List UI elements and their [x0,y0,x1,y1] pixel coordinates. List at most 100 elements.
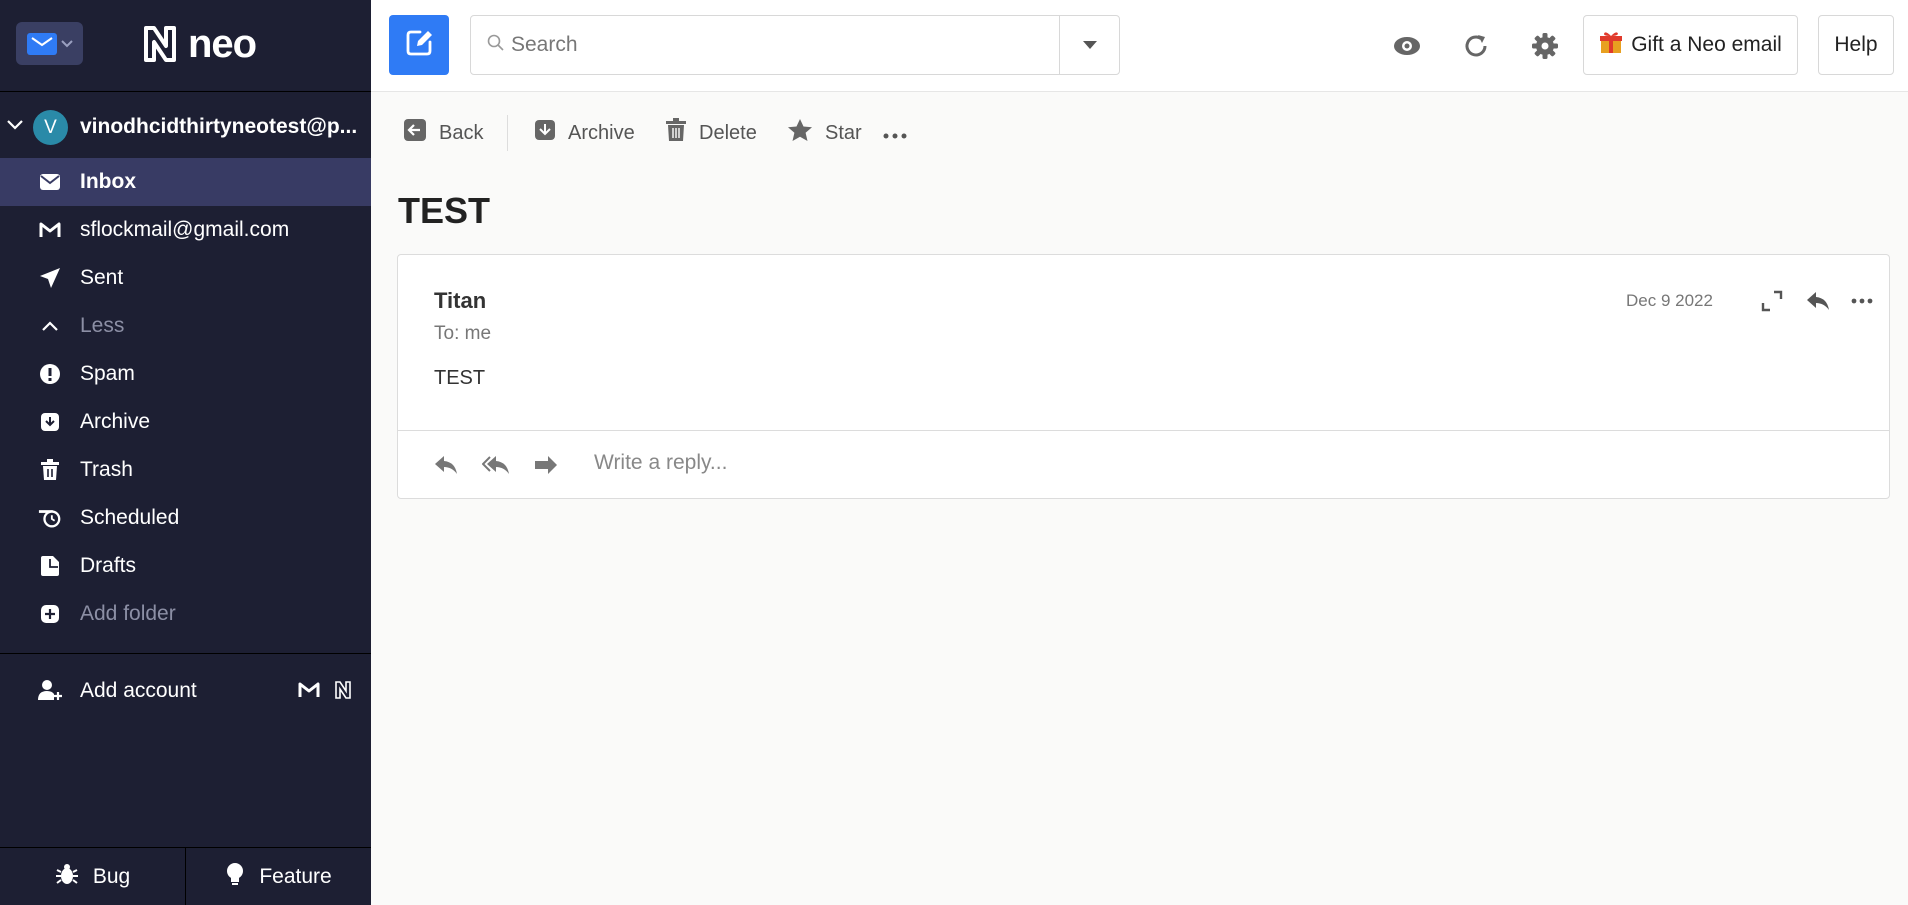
chevron-up-icon [38,314,62,338]
plus-square-icon [38,602,62,626]
eye-icon[interactable] [1392,31,1422,61]
bug-label: Bug [92,864,131,888]
neo-icon[interactable] [334,681,352,705]
more-horizontal-icon[interactable] [1848,287,1876,315]
back-arrow-icon [403,118,427,148]
sidebar-item-trash[interactable]: Trash [0,446,371,494]
archive-button[interactable]: Archive [534,118,635,148]
drafts-icon [38,554,62,578]
help-button[interactable]: Help [1818,15,1894,75]
search-field [471,16,1059,74]
gift-label: Gift a Neo email [1631,33,1782,56]
gift-neo-email-button[interactable]: Gift a Neo email [1583,15,1798,75]
sidebar-item-add-folder[interactable]: Add folder [0,590,371,638]
add-user-icon [38,679,62,703]
refresh-icon[interactable] [1461,31,1491,61]
sidebar-item-sent[interactable]: Sent [0,254,371,302]
sidebar: neo V vinodhcidthirtyneotest@p... Inbox … [0,0,371,905]
expand-icon[interactable] [1758,287,1786,315]
feedback-bar: Bug Feature [0,847,371,905]
message-toolbar: Back Archive Delete Star [371,93,1908,173]
folder-list: Inbox sflockmail@gmail.com Sent Less Spa… [0,158,371,638]
sidebar-item-label: Less [80,314,125,337]
gear-icon[interactable] [1530,31,1560,61]
sidebar-item-archive[interactable]: Archive [0,398,371,446]
paper-plane-icon [38,266,62,290]
recipient-line: To: me [434,323,492,344]
sidebar-item-label: Sent [80,266,124,289]
sidebar-item-label: Inbox [80,170,136,193]
scheduled-clock-icon [38,506,62,530]
top-bar: Gift a Neo email Help [371,0,1908,92]
brand-name: neo [188,22,257,66]
archive-box-icon [38,410,62,434]
sidebar-item-inbox[interactable]: Inbox [0,158,371,206]
delete-label: Delete [699,121,757,144]
neo-logo: neo [140,22,257,66]
sidebar-item-label: Scheduled [80,506,180,529]
sidebar-item-drafts[interactable]: Drafts [0,542,371,590]
back-label: Back [439,121,484,144]
more-actions-button[interactable] [883,118,907,148]
neo-logo-icon [144,26,176,62]
sidebar-divider [0,653,371,654]
search-options-dropdown[interactable] [1059,16,1119,74]
sidebar-item-spam[interactable]: Spam [0,350,371,398]
star-button[interactable]: Star [787,118,862,148]
bug-icon [55,862,79,892]
sidebar-item-label: Drafts [80,554,137,577]
search-bar [470,15,1120,75]
archive-box-icon [534,118,556,148]
reply-icon[interactable] [1804,287,1832,315]
quick-reply-bar: Write a reply... [398,431,1889,499]
sidebar-item-less[interactable]: Less [0,302,371,350]
back-button[interactable]: Back [403,118,483,148]
toolbar-divider [507,115,508,151]
add-account-button[interactable]: Add account [0,667,371,715]
envelope-icon [38,170,62,194]
forward-icon[interactable] [532,453,560,477]
account-row[interactable]: V vinodhcidthirtyneotest@p... [0,104,371,148]
star-icon [787,118,813,148]
archive-label: Archive [568,121,635,144]
reply-icon[interactable] [432,453,460,477]
gift-icon [1599,30,1623,60]
bug-report-button[interactable]: Bug [0,848,185,905]
message-card: Titan To: me TEST Dec 9 2022 Write a rep… [397,254,1890,499]
delete-button[interactable]: Delete [665,118,757,148]
caret-down-icon [1082,36,1097,54]
sidebar-item-scheduled[interactable]: Scheduled [0,494,371,542]
chevron-down-icon[interactable] [6,116,24,134]
sidebar-header: neo [0,0,371,92]
exclamation-circle-icon [38,362,62,386]
message-body: TEST [434,367,486,389]
message-date: Dec 9 2022 [1626,291,1713,310]
envelope-icon [26,32,57,55]
search-icon [487,34,505,57]
search-input[interactable] [511,16,1051,74]
add-account-label: Add account [80,679,197,702]
sidebar-item-label: Trash [80,458,133,481]
reply-all-icon[interactable] [482,453,510,477]
sidebar-item-label: Spam [80,362,135,385]
feature-request-button[interactable]: Feature [185,848,371,905]
avatar: V [33,110,68,145]
lightbulb-icon [225,862,245,892]
more-horizontal-icon [883,122,907,145]
message-view: Back Archive Delete Star TEST Titan To: … [371,93,1908,905]
chevron-down-icon [60,37,73,51]
compose-icon [403,27,435,64]
compose-button[interactable] [389,15,449,75]
feature-label: Feature [259,864,332,888]
gmail-icon[interactable] [298,681,320,705]
trash-icon [38,458,62,482]
mail-app-switcher[interactable] [16,22,83,65]
sender-name[interactable]: Titan [434,288,486,314]
reply-input[interactable]: Write a reply... [594,451,727,475]
trash-icon [665,118,687,148]
gmail-icon [38,218,62,242]
sidebar-item-gmail[interactable]: sflockmail@gmail.com [0,206,371,254]
star-label: Star [825,121,862,144]
sidebar-item-label: Archive [80,410,151,433]
message-subject: TEST [398,190,491,231]
